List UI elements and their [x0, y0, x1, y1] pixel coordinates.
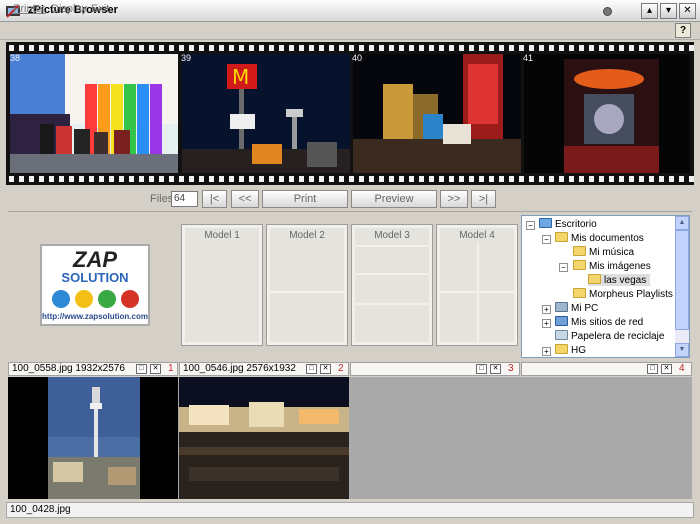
tree-item-mis-documentos[interactable]: Mis documentos: [555, 232, 644, 244]
logo-circles: [52, 290, 140, 308]
collapse-icon[interactable]: −: [559, 263, 568, 272]
pane-header-3: □ ✕ 3: [350, 362, 520, 376]
menu-display[interactable]: Display: [51, 3, 87, 15]
network-icon: [555, 316, 568, 326]
previous-page-button[interactable]: <<: [231, 190, 259, 208]
pane-header-1: 100_0558.jpg 1932x2576 □ ✕ 1: [8, 362, 178, 376]
film-strip: 38 M 39 40 41: [6, 42, 694, 185]
film-frame-41[interactable]: [524, 54, 690, 173]
film-frame-40[interactable]: [353, 54, 521, 173]
frame-number-39: 39: [181, 53, 192, 63]
recycle-bin-icon: [555, 330, 568, 340]
settings-dot-icon[interactable]: [603, 7, 612, 16]
layout-model-4[interactable]: Model 4: [436, 224, 518, 346]
pane-number: 1: [168, 363, 174, 374]
pane-caption: 100_0558.jpg 1932x2576: [12, 363, 125, 374]
logo-solution-text: SOLUTION: [61, 270, 129, 285]
pane-close-icon[interactable]: ✕: [150, 364, 161, 374]
first-page-button[interactable]: |<: [202, 190, 227, 208]
folder-tree[interactable]: − Escritorio − Mis documentos Mi música …: [521, 215, 690, 358]
last-page-button[interactable]: >|: [471, 190, 496, 208]
pane-number: 4: [679, 363, 685, 374]
preview-button[interactable]: Preview: [351, 190, 437, 208]
help-button[interactable]: ?: [675, 23, 691, 38]
files-count-field[interactable]: 64: [171, 191, 198, 207]
model-label: Model 4: [459, 230, 495, 241]
print-button[interactable]: Print: [262, 190, 348, 208]
next-page-button[interactable]: >>: [440, 190, 468, 208]
maximize-button[interactable]: ▾: [660, 3, 677, 19]
pane-caption: 100_0546.jpg 2576x1932: [183, 363, 296, 374]
folder-icon: [555, 344, 568, 354]
film-perforation-bottom: [6, 176, 694, 182]
pane-maximize-icon[interactable]: □: [136, 364, 147, 374]
computer-icon: [555, 302, 568, 312]
tree-item-escritorio[interactable]: Escritorio: [539, 218, 597, 230]
tree-scrollbar[interactable]: ▲ ▼: [675, 216, 689, 357]
pane-close-icon[interactable]: ✕: [490, 364, 501, 374]
pane-close-icon[interactable]: ✕: [661, 364, 672, 374]
frame-number-40: 40: [352, 53, 363, 63]
expand-icon[interactable]: +: [542, 305, 551, 314]
svg-text:M: M: [232, 65, 249, 89]
music-folder-icon: [573, 246, 586, 256]
scroll-thumb[interactable]: [675, 230, 689, 330]
desktop-icon: [539, 218, 552, 228]
folder-icon: [573, 260, 586, 270]
film-frame-38[interactable]: [10, 54, 178, 173]
preview-image-2[interactable]: [179, 377, 349, 499]
layout-model-3[interactable]: Model 3: [351, 224, 433, 346]
pane-close-icon[interactable]: ✕: [320, 364, 331, 374]
tree-item-mis-imagenes[interactable]: Mis imágenes: [573, 260, 651, 272]
files-label: Files: [150, 193, 174, 205]
layout-model-1[interactable]: Model 1: [181, 224, 263, 346]
tree-item-mi-pc[interactable]: Mi PC: [555, 302, 598, 314]
preview-image-1[interactable]: [8, 377, 178, 499]
model-label: Model 1: [204, 230, 240, 241]
tree-item-morpheus-playlists[interactable]: Morpheus Playlists: [573, 288, 673, 300]
menu-exit[interactable]: Exit: [91, 3, 109, 15]
status-bar: 100_0428.jpg: [6, 502, 694, 518]
layout-model-2[interactable]: Model 2: [266, 224, 348, 346]
film-frame-39[interactable]: M: [182, 54, 350, 173]
pane-header-2: 100_0546.jpg 2576x1932 □ ✕ 2: [179, 362, 349, 376]
pane-maximize-icon[interactable]: □: [647, 364, 658, 374]
logo-zap-text: ZAP: [73, 247, 117, 272]
model-label: Model 3: [374, 230, 410, 241]
tree-item-papelera[interactable]: Papelera de reciclaje: [555, 330, 664, 342]
open-folder-icon: [588, 274, 601, 284]
collapse-icon[interactable]: −: [542, 235, 551, 244]
scroll-up-icon[interactable]: ▲: [675, 216, 689, 230]
tree-item-las-vegas[interactable]: las vegas: [588, 274, 651, 286]
film-perforation-top: [6, 45, 694, 51]
menu-bar: [0, 22, 700, 40]
pane-number: 2: [338, 363, 344, 374]
close-button[interactable]: ✕: [679, 3, 696, 19]
model-label: Model 2: [289, 230, 325, 241]
pane-maximize-icon[interactable]: □: [306, 364, 317, 374]
toolbar-divider: [8, 211, 692, 212]
zapsolution-logo: ZAP SOLUTION http://www.zapsolution.com: [40, 244, 150, 326]
frame-number-41: 41: [523, 53, 534, 63]
tree-item-mis-sitios-de-red[interactable]: Mis sitios de red: [555, 316, 643, 328]
scroll-down-icon[interactable]: ▼: [675, 343, 689, 357]
pane-header-4: □ ✕ 4: [521, 362, 692, 376]
minimize-button[interactable]: ▴: [641, 3, 658, 19]
folder-icon: [573, 288, 586, 298]
pane-maximize-icon[interactable]: □: [476, 364, 487, 374]
expand-icon[interactable]: +: [542, 347, 551, 356]
frame-number-38: 38: [10, 53, 21, 63]
tree-item-hg[interactable]: HG: [555, 344, 586, 356]
tree-item-mi-musica[interactable]: Mi música: [573, 246, 634, 258]
collapse-icon[interactable]: −: [526, 221, 535, 230]
expand-icon[interactable]: +: [542, 319, 551, 328]
logo-url-text: http://www.zapsolution.com: [42, 312, 148, 321]
menu-printer[interactable]: Printer: [13, 3, 45, 15]
pane-number: 3: [508, 363, 514, 374]
folder-icon: [555, 232, 568, 242]
